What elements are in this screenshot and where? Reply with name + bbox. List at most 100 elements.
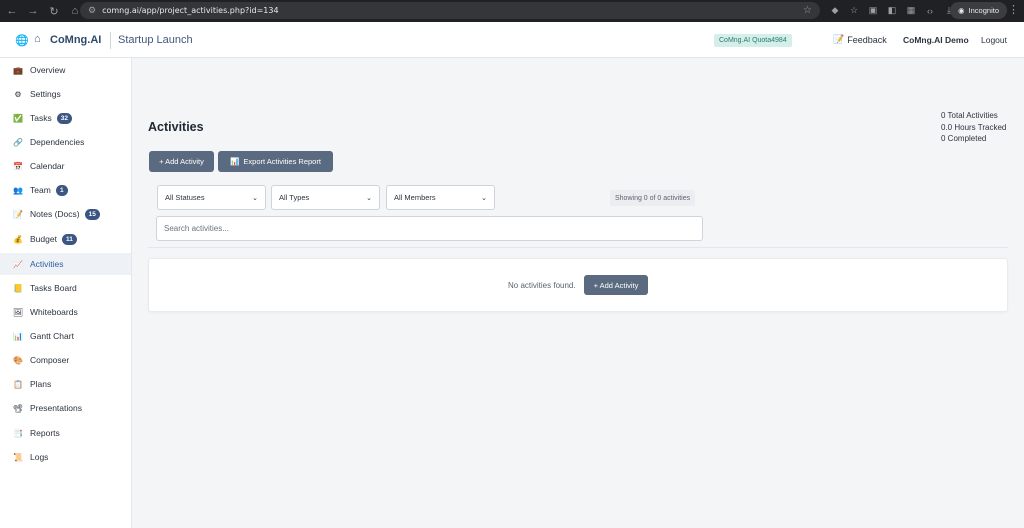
briefcase-icon: 💼: [13, 65, 23, 75]
empty-state-text: No activities found.: [508, 281, 576, 290]
sidebar-item-label: Presentations: [30, 403, 82, 413]
sidebar-item-reports[interactable]: 📑 Reports: [0, 422, 131, 444]
forward-icon[interactable]: →: [24, 2, 42, 20]
sidebar-item-presentations[interactable]: 📽 Presentations: [0, 397, 131, 419]
link-icon: 🔗: [13, 137, 23, 147]
sidebar-item-whiteboards[interactable]: 🖼 Whiteboards: [0, 301, 131, 323]
chart-icon: 📊: [230, 157, 240, 166]
sidebar-item-logs[interactable]: 📜 Logs: [0, 446, 131, 468]
home-icon[interactable]: ⌂: [34, 33, 41, 45]
extension-icon[interactable]: ◆: [828, 3, 842, 18]
chevron-down-icon: ⌄: [481, 194, 487, 202]
sidebar-icon[interactable]: ◧: [885, 3, 899, 18]
type-filter-select[interactable]: All Types ⌄: [271, 185, 380, 210]
sidebar-item-tasks-board[interactable]: 📒 Tasks Board: [0, 277, 131, 299]
user-name[interactable]: CoMng.AI Demo: [903, 35, 969, 45]
clipboard-icon: 📋: [13, 379, 23, 389]
gear-icon: ⚙: [14, 89, 22, 99]
sidebar-item-label: Overview: [30, 65, 66, 75]
count-badge: 1: [55, 184, 68, 196]
chevron-down-icon: ⌄: [252, 194, 258, 202]
sidebar-item-composer[interactable]: 🎨 Composer: [0, 349, 131, 371]
export-report-button[interactable]: 📊 Export Activities Report: [218, 151, 333, 172]
export-report-label: Export Activities Report: [243, 157, 321, 166]
sidebar-item-gantt-chart[interactable]: 📊 Gantt Chart: [0, 325, 131, 347]
sidebar-item-overview[interactable]: 💼 Overview: [0, 59, 131, 81]
app-header: 🌐 ⌂ CoMng.AI Startup Launch CoMng.AI Quo…: [0, 22, 1024, 58]
sidebar-item-activities[interactable]: 📈 Activities: [0, 253, 131, 275]
url-text[interactable]: comng.ai/app/project_activities.php?id=1…: [102, 6, 278, 15]
hours-tracked-stat: 0.0 Hours Tracked: [941, 122, 1007, 132]
sidebar-item-label: Tasks Board: [30, 283, 77, 293]
count-badge: 15: [84, 208, 100, 220]
address-bar[interactable]: ⚙ comng.ai/app/project_activities.php?id…: [80, 2, 820, 19]
sidebar-item-team[interactable]: 👥 Team 1: [0, 179, 131, 201]
sidebar-item-notes-docs[interactable]: 📝 Notes (Docs) 15: [0, 203, 131, 225]
sidebar-item-label: Activities: [30, 259, 64, 269]
total-activities-stat: 0 Total Activities: [941, 111, 998, 120]
activity-stats: 0 Total Activities 0.0 Hours Tracked 0 C…: [941, 110, 1006, 145]
report-icon: 📑: [13, 428, 23, 438]
sidebar-item-label: Whiteboards: [30, 307, 78, 317]
sidebar-item-calendar[interactable]: 📅 Calendar: [0, 155, 131, 177]
status-filter-value: All Statuses: [165, 193, 205, 202]
chevron-down-icon: ⌄: [366, 194, 372, 202]
qr-icon[interactable]: ▦: [904, 3, 918, 18]
sidebar-item-settings[interactable]: ⚙ Settings: [0, 83, 131, 105]
type-filter-value: All Types: [279, 193, 310, 202]
search-input[interactable]: Search activities...: [156, 216, 703, 241]
sidebar-item-label: Settings: [30, 89, 61, 99]
devtools-icon[interactable]: ‹›: [923, 3, 937, 18]
bar-chart-icon: 📊: [13, 331, 23, 341]
sidebar-item-label: Gantt Chart: [30, 331, 74, 341]
sidebar-item-label: Notes (Docs): [30, 209, 80, 219]
globe-icon[interactable]: 🌐: [15, 34, 29, 47]
bookmark-star-icon[interactable]: ☆: [803, 5, 812, 16]
picture-icon: 🖼: [12, 307, 24, 317]
incognito-badge[interactable]: ◉ Incognito: [950, 2, 1007, 19]
site-info-icon[interactable]: ⚙: [88, 5, 96, 16]
empty-add-activity-button[interactable]: + Add Activity: [584, 275, 648, 295]
quota-badge: CoMng.AI Quota4984: [714, 34, 792, 47]
sidebar-item-label: Composer: [30, 355, 70, 365]
members-filter-select[interactable]: All Members ⌄: [386, 185, 495, 210]
sidebar-item-dependencies[interactable]: 🔗 Dependencies: [0, 131, 131, 153]
feedback-icon: 📝: [833, 34, 845, 44]
logout-link[interactable]: Logout: [981, 35, 1007, 45]
sidebar-item-label: Logs: [30, 452, 49, 462]
browser-menu-icon[interactable]: ⋮: [1008, 3, 1019, 16]
sticky-note-icon: 📒: [13, 283, 23, 293]
add-activity-button[interactable]: + Add Activity: [149, 151, 214, 172]
sidebar-item-tasks[interactable]: ✅ Tasks 32: [0, 107, 131, 129]
sidebar-item-budget[interactable]: 💰 Budget 11: [0, 228, 131, 250]
calendar-icon: 📅: [13, 161, 23, 171]
browser-extensions: ◆ ☆ ▣ ◧ ▦ ‹› ⤓: [828, 3, 956, 18]
count-badge: 11: [61, 233, 77, 245]
brand-name[interactable]: CoMng.AI: [50, 34, 101, 46]
sidebar-item-label: Team: [30, 185, 51, 195]
star-icon[interactable]: ☆: [847, 3, 861, 18]
reload-icon[interactable]: ↻: [45, 2, 63, 20]
project-name: Startup Launch: [118, 34, 193, 46]
content-divider: [148, 247, 1008, 248]
count-badge: 32: [56, 112, 72, 124]
incognito-label: Incognito: [968, 6, 999, 15]
screenshot-icon[interactable]: ▣: [866, 3, 880, 18]
showing-count-badge: Showing 0 of 0 activities: [610, 190, 696, 206]
sidebar-item-label: Calendar: [30, 161, 65, 171]
back-icon[interactable]: ←: [3, 2, 21, 20]
members-filter-value: All Members: [394, 193, 436, 202]
chart-icon: 📈: [13, 259, 23, 269]
browser-toolbar: ← → ↻ ⌂ ⚙ comng.ai/app/project_activitie…: [0, 0, 1024, 22]
feedback-label: Feedback: [847, 34, 887, 45]
sidebar-item-label: Plans: [30, 379, 52, 389]
feedback-link[interactable]: 📝 Feedback: [833, 34, 887, 45]
notes-icon: 📝: [13, 209, 23, 219]
sidebar-item-plans[interactable]: 📋 Plans: [0, 373, 131, 395]
status-filter-select[interactable]: All Statuses ⌄: [157, 185, 266, 210]
people-icon: 👥: [13, 185, 23, 195]
sidebar-item-label: Dependencies: [30, 137, 85, 147]
scroll-icon: 📜: [13, 452, 23, 462]
sidebar-item-label: Tasks: [30, 113, 52, 123]
palette-icon: 🎨: [13, 355, 23, 365]
